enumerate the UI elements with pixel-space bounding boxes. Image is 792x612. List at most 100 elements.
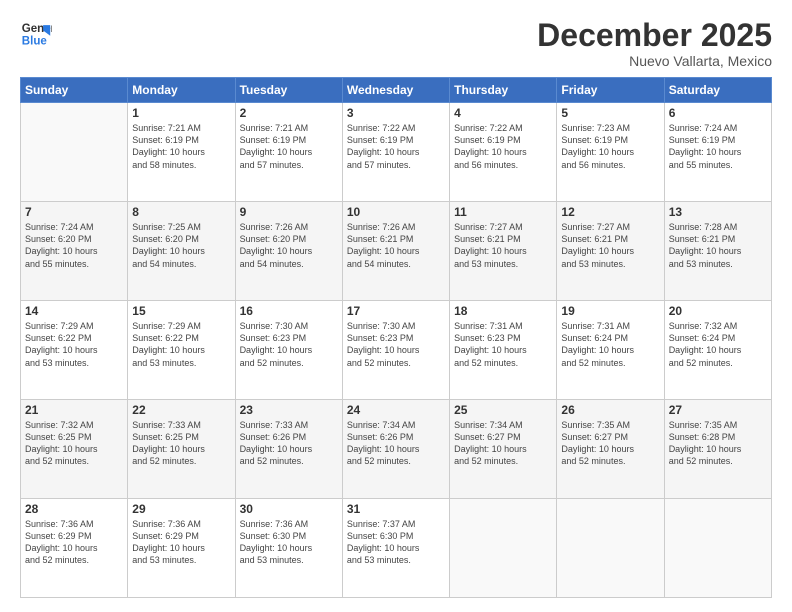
day-number: 29 — [132, 502, 230, 516]
svg-text:Blue: Blue — [22, 36, 48, 48]
day-info: Sunrise: 7:26 AM Sunset: 6:20 PM Dayligh… — [240, 221, 338, 270]
day-number: 6 — [669, 106, 767, 120]
day-info: Sunrise: 7:26 AM Sunset: 6:21 PM Dayligh… — [347, 221, 445, 270]
calendar-cell: 18 Sunrise: 7:31 AM Sunset: 6:23 PM Dayli… — [450, 301, 557, 400]
day-number: 4 — [454, 106, 552, 120]
day-number: 18 — [454, 304, 552, 318]
day-number: 19 — [561, 304, 659, 318]
day-number: 23 — [240, 403, 338, 417]
weekday-header-wednesday: Wednesday — [342, 78, 449, 103]
day-number: 16 — [240, 304, 338, 318]
calendar-cell: 6 Sunrise: 7:24 AM Sunset: 6:19 PM Daylig… — [664, 103, 771, 202]
calendar-cell: 8 Sunrise: 7:25 AM Sunset: 6:20 PM Daylig… — [128, 202, 235, 301]
calendar-cell: 5 Sunrise: 7:23 AM Sunset: 6:19 PM Daylig… — [557, 103, 664, 202]
day-info: Sunrise: 7:35 AM Sunset: 6:28 PM Dayligh… — [669, 419, 767, 468]
day-info: Sunrise: 7:32 AM Sunset: 6:25 PM Dayligh… — [25, 419, 123, 468]
calendar-cell: 20 Sunrise: 7:32 AM Sunset: 6:24 PM Dayli… — [664, 301, 771, 400]
day-number: 15 — [132, 304, 230, 318]
day-info: Sunrise: 7:32 AM Sunset: 6:24 PM Dayligh… — [669, 320, 767, 369]
day-info: Sunrise: 7:31 AM Sunset: 6:23 PM Dayligh… — [454, 320, 552, 369]
weekday-header-saturday: Saturday — [664, 78, 771, 103]
weekday-header-row: SundayMondayTuesdayWednesdayThursdayFrid… — [21, 78, 772, 103]
calendar-cell: 22Sunrise: 7:33 AM Sunset: 6:25 PM Dayli… — [128, 400, 235, 499]
calendar-cell: 15 Sunrise: 7:29 AM Sunset: 6:22 PM Dayli… — [128, 301, 235, 400]
day-info: Sunrise: 7:36 AM Sunset: 6:29 PM Dayligh… — [132, 518, 230, 567]
day-info: Sunrise: 7:30 AM Sunset: 6:23 PM Dayligh… — [240, 320, 338, 369]
day-info: Sunrise: 7:23 AM Sunset: 6:19 PM Dayligh… — [561, 122, 659, 171]
calendar-cell — [450, 499, 557, 598]
calendar-week-row: 21 Sunrise: 7:32 AM Sunset: 6:25 PM Dayli… — [21, 400, 772, 499]
calendar-cell: 4Sunrise: 7:22 AM Sunset: 6:19 PM Daylig… — [450, 103, 557, 202]
day-info: Sunrise: 7:21 AM Sunset: 6:19 PM Dayligh… — [132, 122, 230, 171]
day-number: 25 — [454, 403, 552, 417]
calendar-cell: 14 Sunrise: 7:29 AM Sunset: 6:22 PM Dayli… — [21, 301, 128, 400]
calendar-week-row: 1 Sunrise: 7:21 AM Sunset: 6:19 PM Daylig… — [21, 103, 772, 202]
day-info: Sunrise: 7:24 AM Sunset: 6:19 PM Dayligh… — [669, 122, 767, 171]
day-number: 20 — [669, 304, 767, 318]
header: General Blue December 2025 Nuevo Vallart… — [20, 18, 772, 69]
calendar-cell: 29 Sunrise: 7:36 AM Sunset: 6:29 PM Dayli… — [128, 499, 235, 598]
calendar-cell: 3 Sunrise: 7:22 AM Sunset: 6:19 PM Daylig… — [342, 103, 449, 202]
calendar-cell: 17 Sunrise: 7:30 AM Sunset: 6:23 PM Dayli… — [342, 301, 449, 400]
day-number: 31 — [347, 502, 445, 516]
weekday-header-sunday: Sunday — [21, 78, 128, 103]
day-info: Sunrise: 7:29 AM Sunset: 6:22 PM Dayligh… — [25, 320, 123, 369]
day-number: 27 — [669, 403, 767, 417]
day-number: 8 — [132, 205, 230, 219]
day-info: Sunrise: 7:27 AM Sunset: 6:21 PM Dayligh… — [454, 221, 552, 270]
logo: General Blue — [20, 18, 52, 50]
day-info: Sunrise: 7:33 AM Sunset: 6:26 PM Dayligh… — [240, 419, 338, 468]
calendar-cell: 30 Sunrise: 7:36 AM Sunset: 6:30 PM Dayli… — [235, 499, 342, 598]
calendar-week-row: 14 Sunrise: 7:29 AM Sunset: 6:22 PM Dayli… — [21, 301, 772, 400]
day-number: 30 — [240, 502, 338, 516]
day-info: Sunrise: 7:34 AM Sunset: 6:26 PM Dayligh… — [347, 419, 445, 468]
calendar-cell: 7Sunrise: 7:24 AM Sunset: 6:20 PM Daylig… — [21, 202, 128, 301]
day-number: 12 — [561, 205, 659, 219]
day-number: 3 — [347, 106, 445, 120]
calendar-cell — [664, 499, 771, 598]
day-info: Sunrise: 7:36 AM Sunset: 6:29 PM Dayligh… — [25, 518, 123, 567]
day-number: 26 — [561, 403, 659, 417]
day-number: 13 — [669, 205, 767, 219]
day-info: Sunrise: 7:30 AM Sunset: 6:23 PM Dayligh… — [347, 320, 445, 369]
calendar-cell: 26Sunrise: 7:35 AM Sunset: 6:27 PM Dayli… — [557, 400, 664, 499]
calendar-cell: 11 Sunrise: 7:27 AM Sunset: 6:21 PM Dayli… — [450, 202, 557, 301]
calendar-cell: 27 Sunrise: 7:35 AM Sunset: 6:28 PM Dayli… — [664, 400, 771, 499]
day-number: 14 — [25, 304, 123, 318]
calendar-cell: 23 Sunrise: 7:33 AM Sunset: 6:26 PM Dayli… — [235, 400, 342, 499]
calendar-cell: 10Sunrise: 7:26 AM Sunset: 6:21 PM Dayli… — [342, 202, 449, 301]
day-number: 28 — [25, 502, 123, 516]
month-title: December 2025 — [537, 18, 772, 53]
day-number: 17 — [347, 304, 445, 318]
weekday-header-monday: Monday — [128, 78, 235, 103]
day-info: Sunrise: 7:27 AM Sunset: 6:21 PM Dayligh… — [561, 221, 659, 270]
weekday-header-friday: Friday — [557, 78, 664, 103]
day-number: 1 — [132, 106, 230, 120]
day-number: 2 — [240, 106, 338, 120]
day-number: 9 — [240, 205, 338, 219]
calendar-cell — [21, 103, 128, 202]
day-info: Sunrise: 7:25 AM Sunset: 6:20 PM Dayligh… — [132, 221, 230, 270]
calendar-cell: 12 Sunrise: 7:27 AM Sunset: 6:21 PM Dayli… — [557, 202, 664, 301]
calendar-cell: 13 Sunrise: 7:28 AM Sunset: 6:21 PM Dayli… — [664, 202, 771, 301]
page: General Blue December 2025 Nuevo Vallart… — [0, 0, 792, 612]
day-info: Sunrise: 7:29 AM Sunset: 6:22 PM Dayligh… — [132, 320, 230, 369]
day-info: Sunrise: 7:22 AM Sunset: 6:19 PM Dayligh… — [347, 122, 445, 171]
day-number: 7 — [25, 205, 123, 219]
weekday-header-tuesday: Tuesday — [235, 78, 342, 103]
day-number: 5 — [561, 106, 659, 120]
day-info: Sunrise: 7:31 AM Sunset: 6:24 PM Dayligh… — [561, 320, 659, 369]
day-info: Sunrise: 7:28 AM Sunset: 6:21 PM Dayligh… — [669, 221, 767, 270]
location-subtitle: Nuevo Vallarta, Mexico — [537, 53, 772, 69]
calendar-week-row: 28 Sunrise: 7:36 AM Sunset: 6:29 PM Dayli… — [21, 499, 772, 598]
day-number: 24 — [347, 403, 445, 417]
calendar-table: SundayMondayTuesdayWednesdayThursdayFrid… — [20, 77, 772, 598]
day-info: Sunrise: 7:36 AM Sunset: 6:30 PM Dayligh… — [240, 518, 338, 567]
calendar-cell: 16 Sunrise: 7:30 AM Sunset: 6:23 PM Dayli… — [235, 301, 342, 400]
calendar-cell: 24 Sunrise: 7:34 AM Sunset: 6:26 PM Dayli… — [342, 400, 449, 499]
calendar-cell: 21 Sunrise: 7:32 AM Sunset: 6:25 PM Dayli… — [21, 400, 128, 499]
calendar-cell — [557, 499, 664, 598]
calendar-cell: 31Sunrise: 7:37 AM Sunset: 6:30 PM Dayli… — [342, 499, 449, 598]
day-number: 11 — [454, 205, 552, 219]
day-number: 21 — [25, 403, 123, 417]
